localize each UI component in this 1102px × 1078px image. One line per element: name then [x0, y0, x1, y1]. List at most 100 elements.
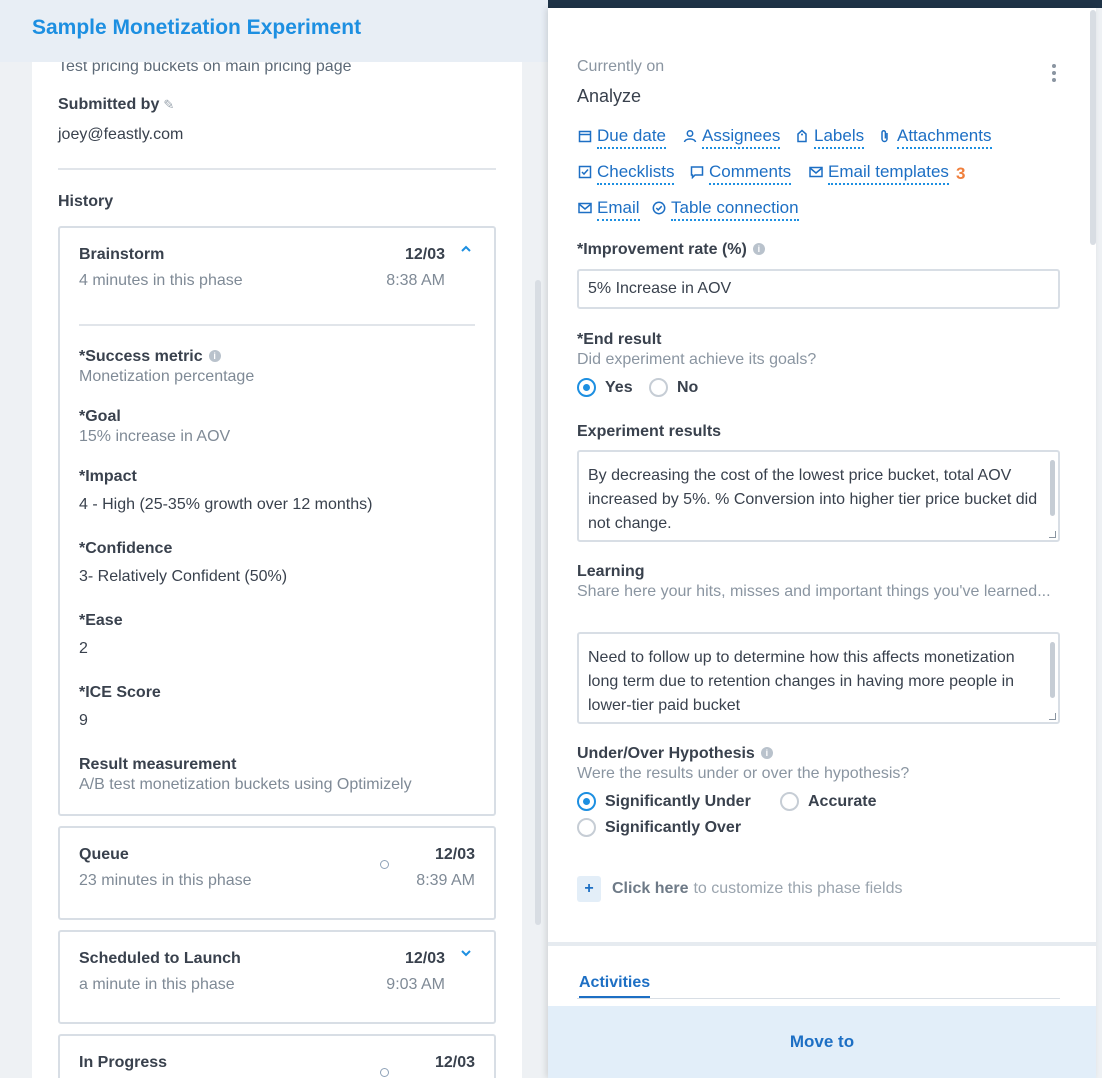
history-card-scheduled[interactable]: Scheduled to Launch a minute in this pha… [58, 930, 496, 1024]
phase-date: 12/03 [434, 846, 475, 863]
phase-name: Scheduled to Launch [79, 950, 241, 967]
checklist-icon [577, 165, 592, 182]
end-result-label: *End result [577, 331, 662, 348]
tabs-underline [577, 998, 1060, 999]
info-icon[interactable]: i [760, 747, 773, 759]
field-label: *Success metric [79, 348, 203, 365]
card-details-panel: Test pricing buckets on main pricing pag… [32, 62, 522, 1078]
chevron-up-icon[interactable] [460, 242, 474, 256]
resize-handle-icon[interactable] [1049, 531, 1056, 538]
field-value: 15% increase in AOV [79, 428, 231, 445]
envelope-icon [808, 165, 823, 182]
phase-name: Brainstorm [79, 246, 165, 263]
info-icon[interactable]: i [752, 243, 765, 255]
tag-icon [794, 129, 809, 146]
pencil-icon[interactable]: ✎ [163, 97, 174, 113]
field-value: 2 [79, 640, 88, 657]
field-goal: *Goal 15% increase in AOV [79, 408, 230, 446]
hypothesis-help: Were the results under or over the hypot… [577, 765, 910, 782]
field-success-metric: *Success metric i Monetization percentage [79, 348, 254, 386]
phase-duration: a minute in this phase [79, 976, 235, 993]
info-icon[interactable]: i [208, 350, 221, 362]
status-dot-icon [380, 860, 389, 869]
radio-yes[interactable]: Yes [577, 378, 633, 397]
field-label: *Goal [79, 408, 121, 425]
hypothesis-label: Under/Over Hypothesis i [577, 745, 773, 763]
learning-textarea[interactable]: Need to follow up to determine how this … [577, 632, 1060, 724]
attachments-button[interactable]: Attachments [877, 126, 992, 149]
table-connection-button[interactable]: Table connection [651, 198, 799, 221]
history-card-brainstorm[interactable]: Brainstorm 4 minutes in this phase 12/03… [58, 226, 496, 816]
header-bar: Sample Monetization Experiment [0, 0, 560, 62]
submitted-by-text: Submitted by [58, 96, 160, 113]
chevron-down-icon[interactable] [460, 946, 474, 960]
field-value: 4 - High (25-35% growth over 12 months) [79, 496, 373, 513]
more-options-icon[interactable] [1052, 64, 1058, 85]
textarea-scrollbar[interactable] [1050, 642, 1055, 698]
field-label: Result measurement [79, 756, 237, 773]
phase-name: Queue [79, 846, 129, 863]
field-label: *ICE Score [79, 684, 161, 701]
history-heading: History [58, 193, 114, 210]
radio-no[interactable]: No [649, 378, 698, 397]
radio-unselected-icon [649, 378, 668, 397]
checklists-button[interactable]: Checklists [577, 162, 675, 185]
status-dot-icon [380, 1068, 389, 1077]
email-templates-button[interactable]: Email templates 3 [808, 162, 965, 185]
phase-name: In Progress [79, 1054, 168, 1071]
card-description: Test pricing buckets on main pricing pag… [58, 62, 352, 75]
paperclip-icon [877, 129, 892, 146]
field-value: 3- Relatively Confident (50%) [79, 568, 288, 585]
radio-accurate[interactable]: Accurate [780, 792, 876, 811]
right-scrollbar[interactable] [1090, 10, 1096, 245]
experiment-results-textarea[interactable]: By decreasing the cost of the lowest pri… [577, 450, 1060, 542]
field-result-measurement: Result measurement A/B test monetization… [79, 756, 412, 794]
phase-time: 8:39 AM [416, 872, 475, 889]
learning-text: Need to follow up to determine how this … [588, 649, 1015, 714]
field-ease: *Ease 2 [79, 612, 123, 658]
field-label: *Confidence [79, 540, 173, 557]
check-circle-icon [651, 201, 666, 218]
comment-icon [689, 165, 704, 182]
customize-fields-link[interactable]: + Click here to customize this phase fie… [577, 876, 902, 902]
email-templates-count-badge: 3 [955, 163, 966, 183]
field-impact: *Impact 4 - High (25-35% growth over 12 … [79, 468, 372, 514]
field-value: A/B test monetization buckets using Opti… [79, 776, 412, 793]
improvement-rate-input[interactable]: 5% Increase in AOV [577, 269, 1060, 309]
assignees-button[interactable]: Assignees [682, 126, 781, 149]
learning-help: Share here your hits, misses and importa… [577, 583, 1051, 600]
field-ice-score: *ICE Score 9 [79, 684, 161, 730]
radio-significantly-under[interactable]: Significantly Under [577, 792, 751, 811]
phase-date: 12/03 [404, 246, 445, 263]
experiment-results-text: By decreasing the cost of the lowest pri… [588, 467, 1038, 532]
phase-time: 8:38 AM [386, 272, 445, 289]
move-to-button[interactable]: Move to [548, 1006, 1096, 1078]
comments-button[interactable]: Comments [689, 162, 792, 185]
phase-form-panel: Currently on Analyze Due date Assignees … [548, 8, 1096, 1078]
tab-activities[interactable]: Activities [579, 974, 651, 998]
history-card-in-progress[interactable]: In Progress 12/03 [58, 1034, 496, 1078]
due-date-button[interactable]: Due date [577, 126, 666, 149]
left-scrollbar[interactable] [535, 280, 541, 925]
divider [79, 324, 475, 326]
phase-time: 9:03 AM [386, 976, 445, 993]
field-label: *Impact [79, 468, 137, 485]
phase-duration: 4 minutes in this phase [79, 272, 243, 289]
radio-unselected-icon [780, 792, 799, 811]
learning-label: Learning [577, 563, 645, 580]
email-button[interactable]: Email [577, 198, 640, 221]
plus-icon: + [577, 876, 601, 902]
end-result-help: Did experiment achieve its goals? [577, 351, 817, 368]
labels-button[interactable]: Labels [794, 126, 865, 149]
page-title: Sample Monetization Experiment [32, 16, 362, 39]
radio-significantly-over[interactable]: Significantly Over [577, 818, 741, 837]
field-value: 9 [79, 712, 88, 729]
history-card-queue[interactable]: Queue 23 minutes in this phase 12/03 8:3… [58, 826, 496, 920]
resize-handle-icon[interactable] [1049, 713, 1056, 720]
experiment-results-label: Experiment results [577, 423, 722, 440]
current-phase-name: Analyze [577, 86, 642, 106]
textarea-scrollbar[interactable] [1050, 460, 1055, 516]
field-label: *Ease [79, 612, 123, 629]
field-value: Monetization percentage [79, 368, 255, 385]
divider [58, 168, 496, 170]
